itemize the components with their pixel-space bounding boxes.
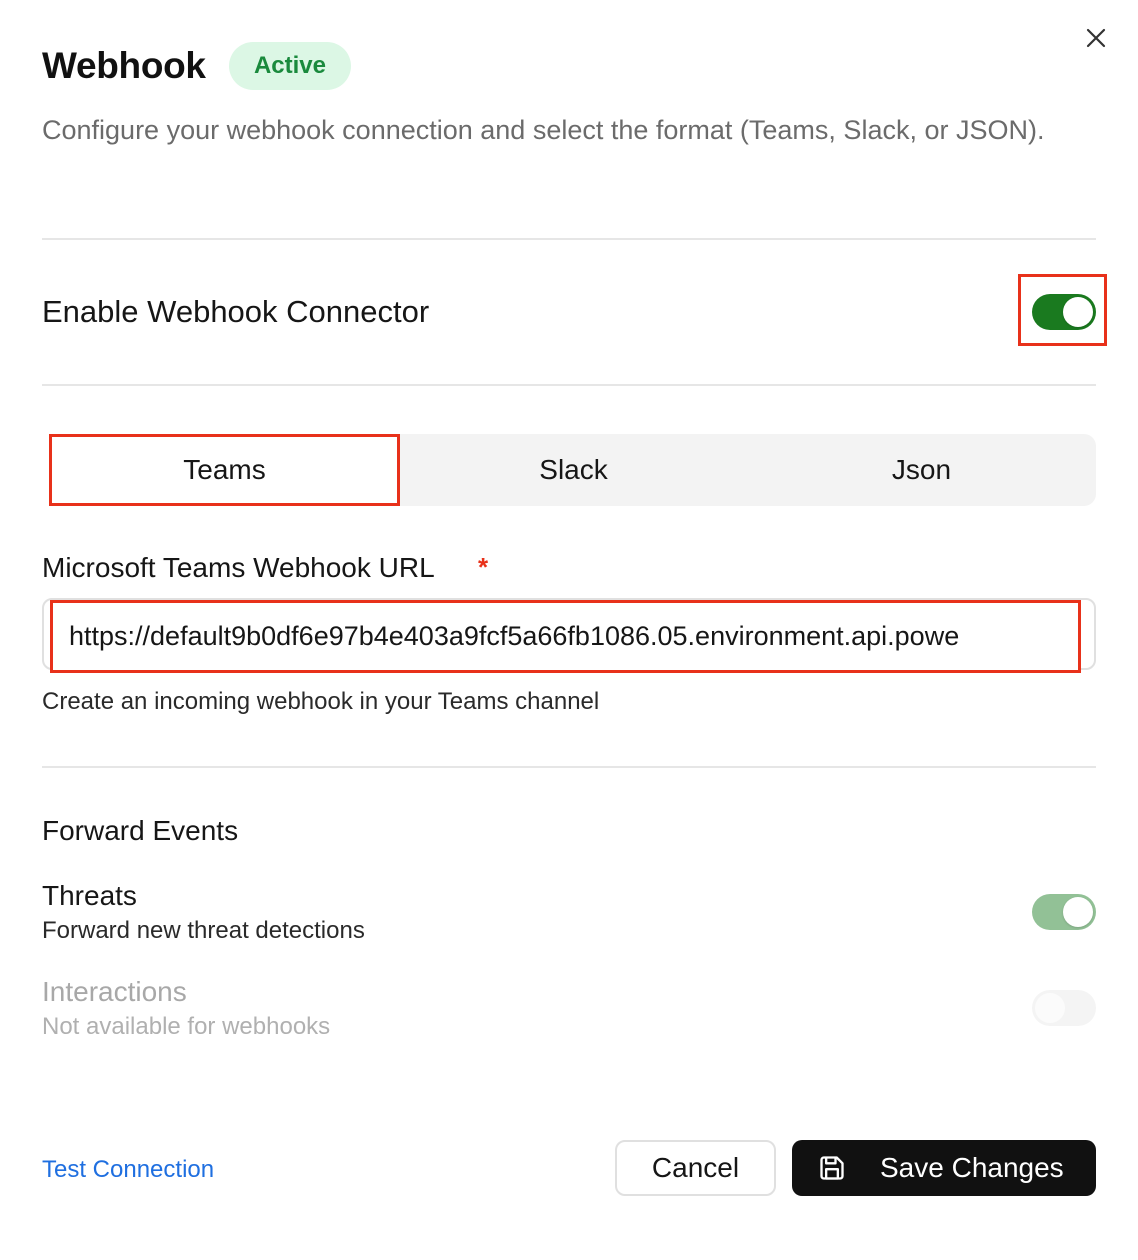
interactions-toggle: [1032, 990, 1096, 1026]
tab-json[interactable]: Json: [747, 434, 1096, 506]
event-threats-description: Forward new threat detections: [42, 917, 365, 944]
event-interactions-title: Interactions: [42, 976, 187, 1007]
webhook-url-help: Create an incoming webhook in your Teams…: [42, 688, 600, 715]
enable-connector-highlight: [1018, 274, 1107, 346]
event-interactions-description: Not available for webhooks: [42, 1013, 331, 1040]
save-changes-label: Save Changes: [880, 1152, 1064, 1183]
divider: [42, 766, 1096, 768]
webhook-url-input[interactable]: [50, 600, 1081, 673]
save-changes-button[interactable]: Save Changes: [792, 1140, 1096, 1196]
threats-toggle[interactable]: [1032, 894, 1096, 930]
status-badge: Active: [229, 42, 351, 90]
test-connection-link[interactable]: Test Connection: [42, 1154, 214, 1186]
forward-events-title: Forward Events: [42, 815, 239, 846]
save-icon: [820, 1156, 844, 1180]
toggle-knob: [1063, 297, 1093, 327]
dialog-description: Configure your webhook connection and se…: [42, 115, 1045, 145]
toggle-knob: [1063, 897, 1093, 927]
enable-connector-label: Enable Webhook Connector: [42, 294, 430, 329]
enable-connector-toggle[interactable]: [1032, 294, 1096, 330]
dialog-title: Webhook: [42, 45, 206, 86]
close-icon: [1086, 28, 1106, 48]
cancel-button[interactable]: Cancel: [615, 1140, 776, 1196]
event-threats-title: Threats: [42, 880, 137, 911]
tab-slack[interactable]: Slack: [400, 434, 747, 506]
divider: [42, 238, 1096, 240]
divider: [42, 384, 1096, 386]
tab-teams[interactable]: Teams: [49, 434, 400, 506]
format-tabs: Teams Slack Json: [49, 434, 1096, 506]
close-button[interactable]: [1080, 22, 1112, 54]
required-marker: *: [478, 552, 489, 582]
toggle-knob: [1035, 993, 1065, 1023]
webhook-url-label: Microsoft Teams Webhook URL: [42, 552, 435, 583]
